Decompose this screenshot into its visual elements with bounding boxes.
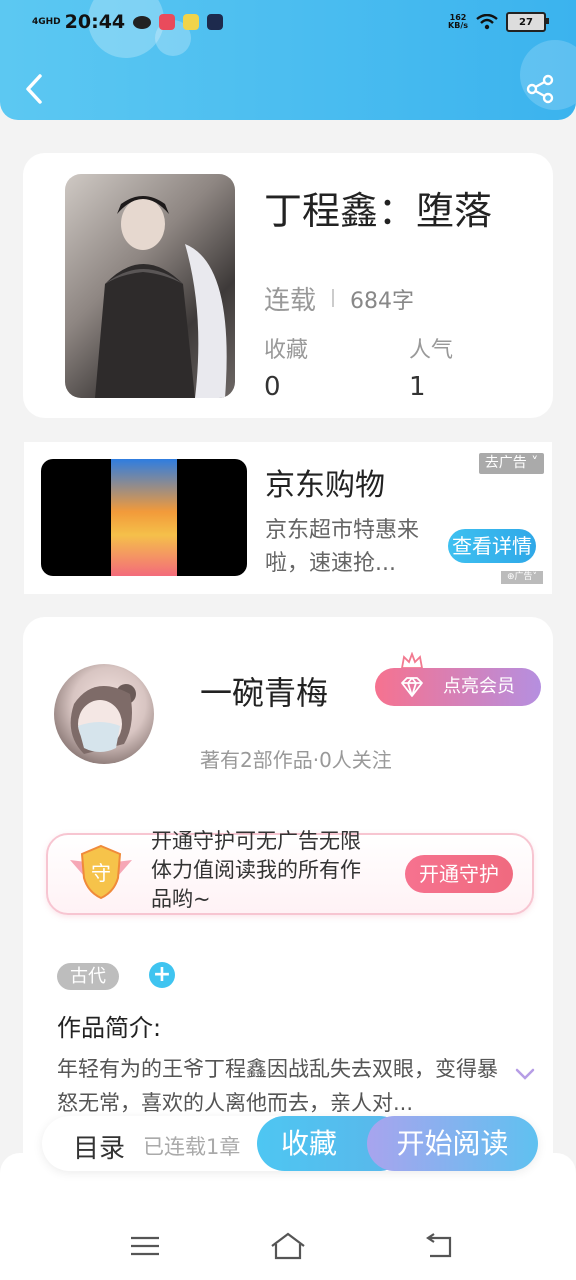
ad-description: 京东超市特惠来啦，速速抢... <box>265 518 420 576</box>
net-rate: 162 KB/s <box>448 13 468 30</box>
book-title: 丁程鑫：堕落 <box>264 189 493 233</box>
ad-title[interactable]: 京东购物 <box>265 460 385 504</box>
guard-promo-text: 开通守护可无广告无限体力值阅读我的所有作品哟~ <box>151 829 361 911</box>
favorites-count: 0 <box>264 372 281 402</box>
intro-text: 年轻有为的王爷丁程鑫因战乱失去双眼，变得暴怒无常，喜欢的人离他而去，亲人对... <box>57 1057 498 1115</box>
svg-text:守: 守 <box>91 861 111 885</box>
avatar-illustration <box>70 684 136 754</box>
divider <box>332 289 334 307</box>
chevron-down-icon[interactable] <box>513 1066 537 1082</box>
author-stats: 著有2部作品·0人关注 <box>200 748 392 772</box>
network-indicator: 4GHD <box>32 16 61 27</box>
header: 4GHD 20:44 162 KB/s 27 <box>0 0 576 120</box>
app-notification-icon <box>159 14 176 30</box>
add-tag-button[interactable]: + <box>149 962 175 988</box>
ad-image[interactable] <box>41 459 247 576</box>
app-notification-icon <box>183 14 200 30</box>
word-count: 684字 <box>350 289 414 314</box>
diamond-icon <box>401 677 423 697</box>
popularity-label: 人气 <box>409 338 454 363</box>
cloud-icon <box>133 15 152 29</box>
back-icon[interactable] <box>20 72 50 106</box>
start-reading-button[interactable]: 开始阅读 <box>367 1116 538 1171</box>
battery-indicator: 27 <box>506 12 549 32</box>
status-bar: 4GHD 20:44 162 KB/s 27 <box>32 8 549 36</box>
toc-button[interactable]: 目录 <box>73 1128 125 1165</box>
shield-icon: 守 <box>70 844 132 900</box>
app-notification-icon <box>207 14 224 30</box>
avatar[interactable] <box>54 664 154 764</box>
activate-guard-button[interactable]: 开通守护 <box>405 855 513 893</box>
chapter-count: 已连载1章 <box>143 1135 241 1159</box>
remove-ad-button[interactable]: 去广告 ˅ <box>479 453 544 474</box>
intro-heading: 作品简介: <box>57 1014 162 1042</box>
activate-vip-button[interactable]: 点亮会员 <box>375 668 541 706</box>
genre-tag[interactable]: 古代 <box>57 963 119 990</box>
return-icon[interactable] <box>420 1230 460 1262</box>
menu-icon[interactable] <box>125 1230 165 1262</box>
author-name[interactable]: 一碗青梅 <box>200 668 328 714</box>
ad-details-button[interactable]: 查看详情 <box>448 529 536 563</box>
clock: 20:44 <box>64 11 126 33</box>
share-icon[interactable] <box>525 74 555 104</box>
home-icon[interactable] <box>268 1230 308 1262</box>
wifi-icon <box>476 14 498 30</box>
ad-mark: ⊕广告˅ <box>501 571 543 584</box>
favorites-label: 收藏 <box>264 338 309 363</box>
cover-figure-illustration <box>95 196 227 398</box>
book-cover[interactable] <box>65 174 235 398</box>
popularity-count: 1 <box>409 372 426 402</box>
book-status: 连载 <box>264 286 317 316</box>
